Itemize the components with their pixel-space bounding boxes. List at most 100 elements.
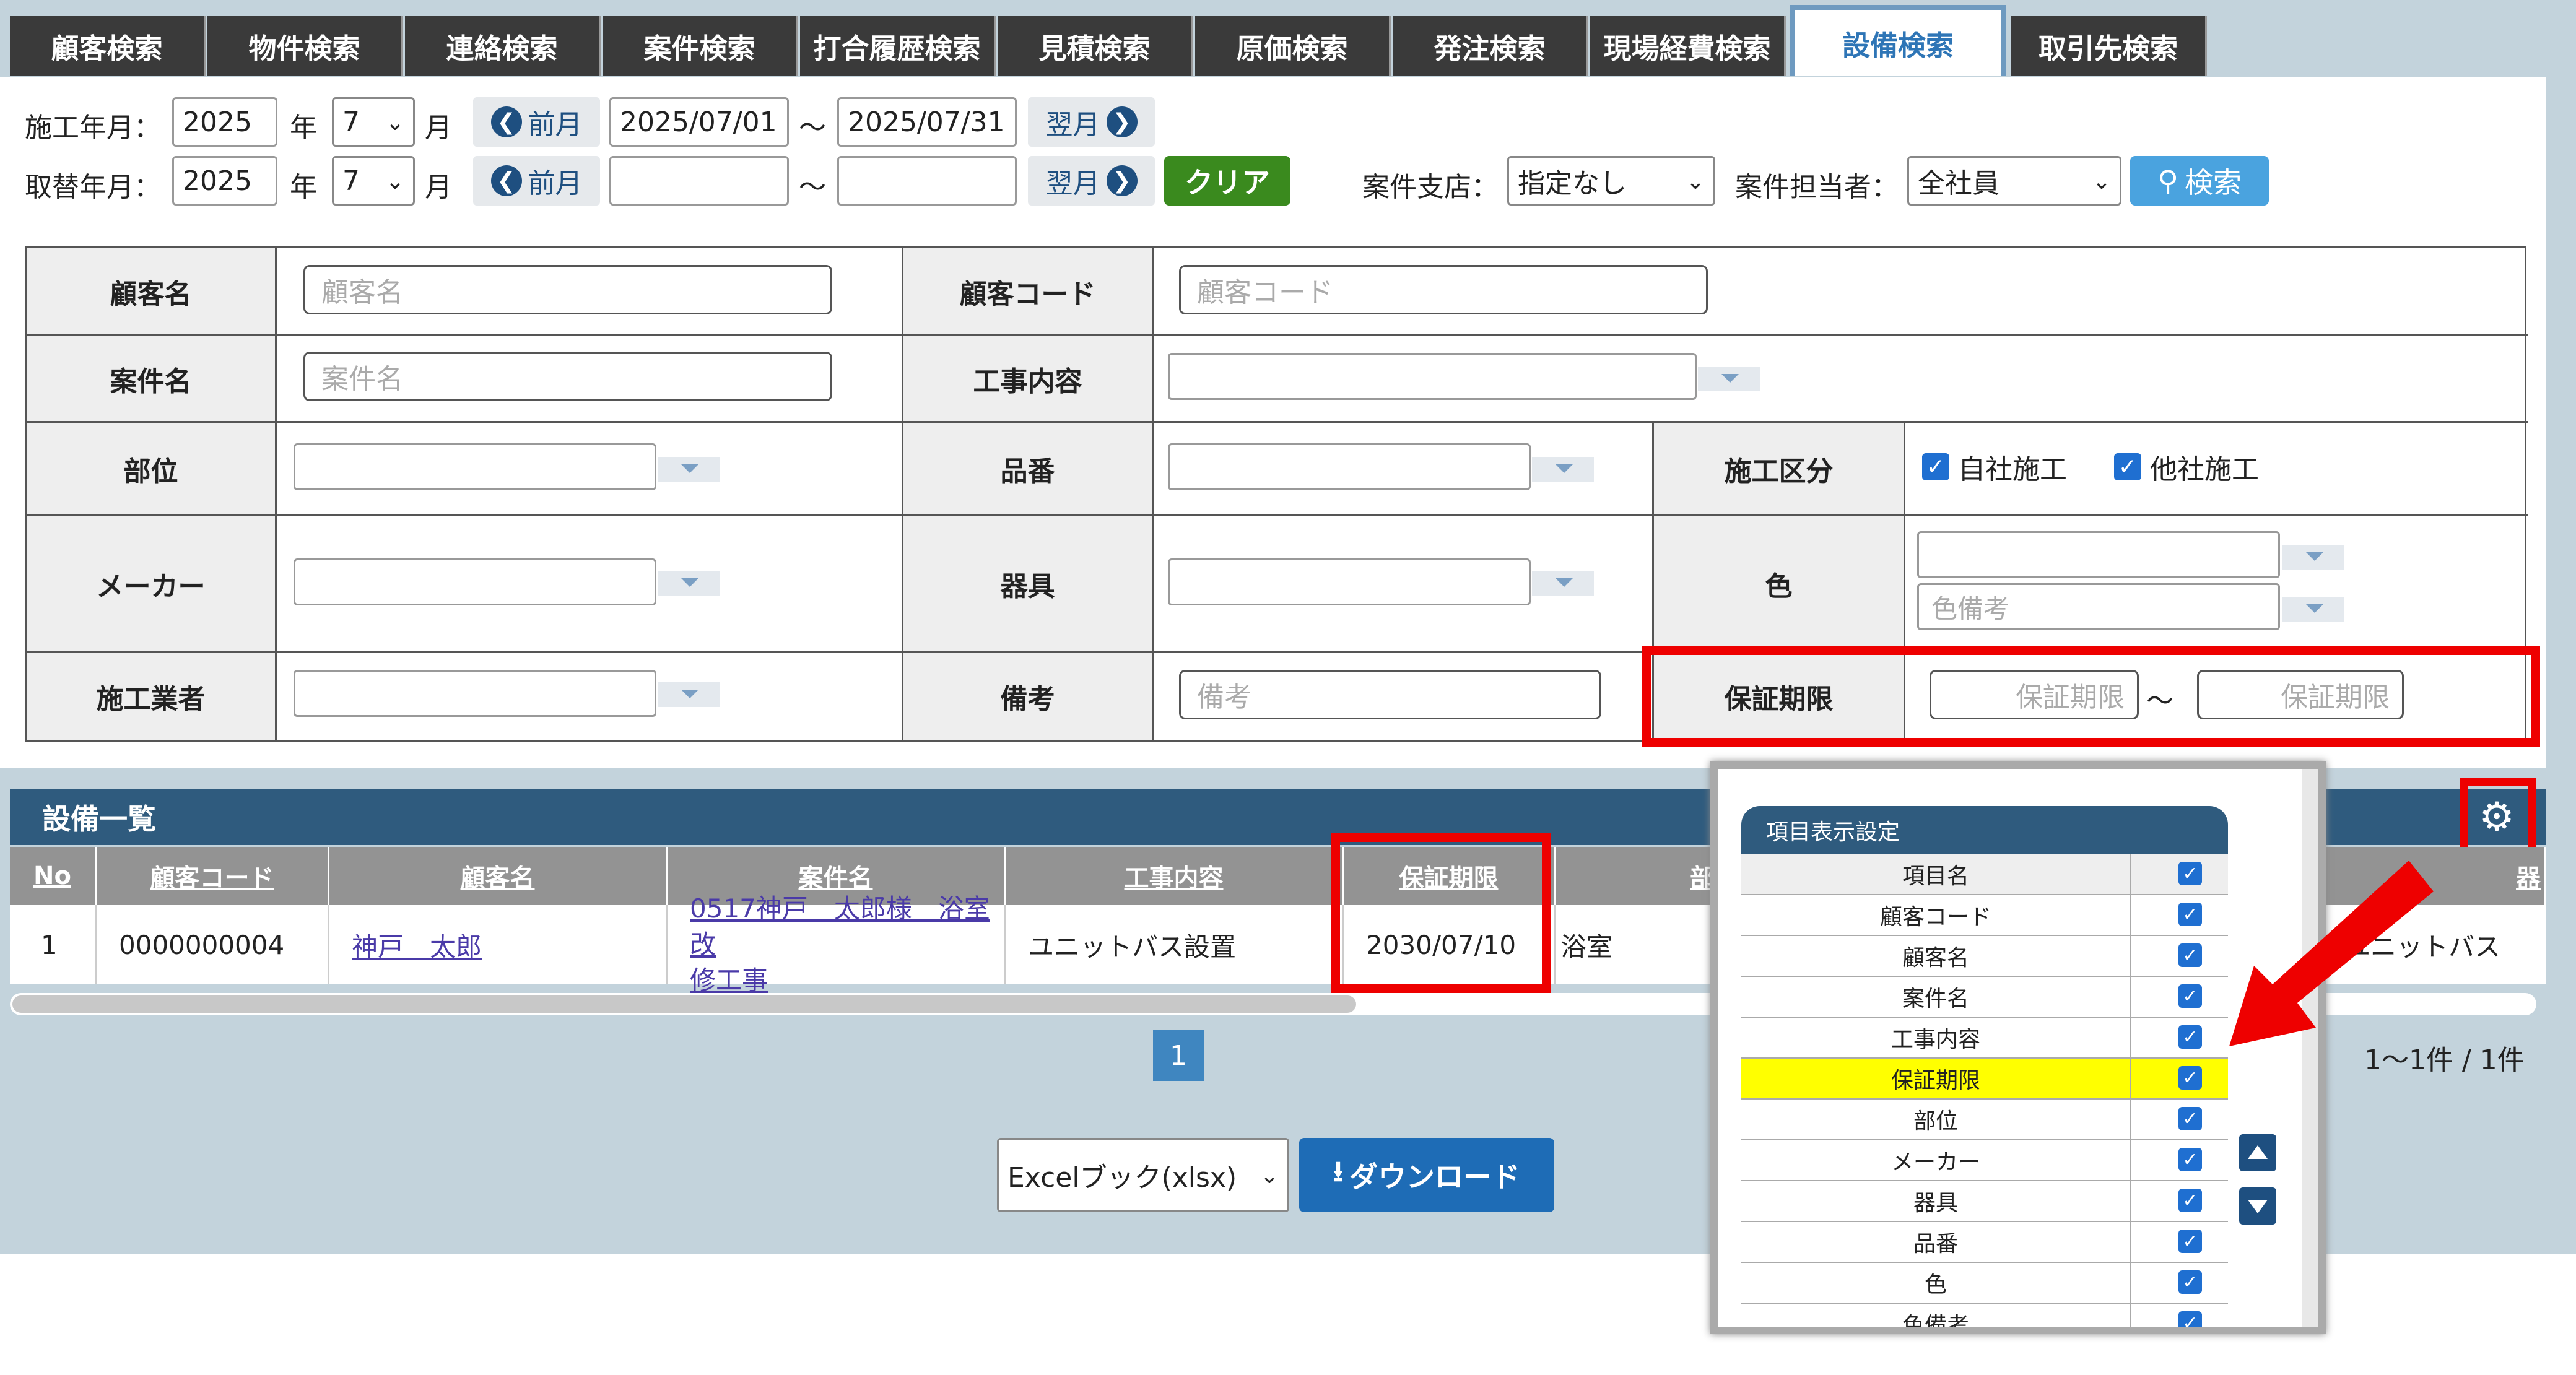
own-construction-checkbox[interactable]: ✓ 自社施工 <box>1922 447 2067 487</box>
replacement-month-label: 取替年月： <box>25 171 161 203</box>
popup-item-label: 色 <box>1741 1263 2131 1303</box>
checkbox-checked-icon[interactable]: ✓ <box>2178 943 2202 967</box>
chevron-down-icon[interactable] <box>1698 367 1760 391</box>
chevron-left-icon: ❮ <box>490 165 522 196</box>
prev-month-label: 前月 <box>528 109 583 141</box>
construction-to-date[interactable]: 2025/07/31 <box>837 97 1017 147</box>
tab-customer-search[interactable]: 顧客検索 <box>10 16 206 76</box>
chevron-down-icon[interactable] <box>658 457 720 482</box>
tab-supplier-search[interactable]: 取引先検索 <box>2011 16 2207 76</box>
col-header-customer-name[interactable]: 顧客名 <box>329 847 668 905</box>
other-construction-checkbox[interactable]: ✓ 他社施工 <box>2114 447 2259 487</box>
part-no-header: 品番 <box>903 423 1154 516</box>
color-combo[interactable] <box>1917 531 2280 578</box>
chevron-down-icon[interactable] <box>2282 545 2344 570</box>
download-button[interactable]: ⭳ ダウンロード <box>1299 1138 1554 1212</box>
checkbox-checked-icon[interactable]: ✓ <box>2178 1189 2202 1212</box>
col-header-part[interactable]: 部 <box>1556 847 1729 905</box>
tab-property-search[interactable]: 物件検索 <box>207 16 403 76</box>
customer-code-header: 顧客コード <box>903 248 1154 336</box>
maker-combo[interactable] <box>294 558 656 605</box>
checkbox-checked-icon[interactable]: ✓ <box>2178 862 2202 885</box>
color-note-combo[interactable]: 色備考 <box>1917 583 2280 630</box>
cell-customer-code: 0000000004 <box>97 905 329 984</box>
chevron-down-icon: ⌄ <box>1260 1163 1279 1189</box>
move-down-button[interactable] <box>2239 1187 2276 1225</box>
replacement-from-date[interactable] <box>609 156 789 206</box>
popup-row: 色 ✓ <box>1741 1263 2228 1304</box>
work-combo[interactable] <box>1168 353 1697 400</box>
export-format-select[interactable]: Excelブック(xlsx) ⌄ <box>997 1138 1289 1212</box>
tab-equipment-search[interactable]: 設備検索 <box>1790 5 2006 76</box>
move-up-button[interactable] <box>2239 1134 2276 1171</box>
range-tilde: ～ <box>799 112 826 144</box>
next-month-button[interactable]: 翌月 ❯ <box>1028 97 1155 147</box>
tab-meeting-search[interactable]: 打合履歴検索 <box>800 16 996 76</box>
tab-cost-search[interactable]: 原価検索 <box>1195 16 1391 76</box>
clear-button[interactable]: クリア <box>1164 156 1290 206</box>
checkbox-checked-icon[interactable]: ✓ <box>2178 1148 2202 1171</box>
checkbox-checked-icon[interactable]: ✓ <box>2178 1311 2202 1327</box>
chevron-right-icon: ❯ <box>1106 106 1138 137</box>
col-header-work[interactable]: 工事内容 <box>1006 847 1344 905</box>
popup-row: 顧客名 ✓ <box>1741 936 2228 977</box>
chevron-down-icon[interactable] <box>1532 457 1594 482</box>
checkbox-checked-icon[interactable]: ✓ <box>2178 1230 2202 1253</box>
replacement-year-input[interactable]: 2025 <box>172 156 277 206</box>
prev-month-button[interactable]: ❮ 前月 <box>473 156 600 206</box>
customer-name-link[interactable]: 神戸 太郎 <box>352 926 482 964</box>
checkbox-checked-icon[interactable]: ✓ <box>2178 1107 2202 1130</box>
construction-month-select[interactable]: 7 ⌄ <box>332 97 415 147</box>
chevron-down-icon: ⌄ <box>385 169 404 194</box>
customer-code-input[interactable]: 顧客コード <box>1179 265 1708 314</box>
replacement-month-select[interactable]: 7 ⌄ <box>332 156 415 206</box>
construction-year-input[interactable]: 2025 <box>172 97 277 147</box>
checkbox-checked-icon[interactable]: ✓ <box>2178 984 2202 1008</box>
col-header-no[interactable]: No <box>10 847 97 905</box>
year-unit: 年 <box>290 112 317 144</box>
construction-month-label: 施工年月： <box>25 112 161 144</box>
tab-order-search[interactable]: 発注検索 <box>1393 16 1588 76</box>
fixture-combo[interactable] <box>1168 558 1531 605</box>
popup-row: 部位 ✓ <box>1741 1100 2228 1140</box>
chevron-down-icon[interactable] <box>2282 597 2344 622</box>
checkbox-checked-icon[interactable]: ✓ <box>2178 1066 2202 1090</box>
checkbox-checked-icon[interactable]: ✓ <box>2178 903 2202 926</box>
col-header-customer-code[interactable]: 顧客コード <box>97 847 329 905</box>
tab-contact-search[interactable]: 連絡検索 <box>405 16 601 76</box>
chevron-down-icon[interactable] <box>1532 571 1594 596</box>
contractor-combo[interactable] <box>294 670 656 717</box>
construction-from-date[interactable]: 2025/07/01 <box>609 97 789 147</box>
chevron-down-icon: ⌄ <box>385 110 404 136</box>
part-no-combo[interactable] <box>1168 443 1531 490</box>
project-name-link[interactable]: 0517神戸 太郎様 浴室改 <box>690 891 1004 963</box>
cell-project-name: 0517神戸 太郎様 浴室改 修工事 <box>668 893 1006 995</box>
search-button[interactable]: ⚲ 検索 <box>2130 156 2269 206</box>
part-combo[interactable] <box>294 443 656 490</box>
gear-highlight-box <box>2460 778 2536 858</box>
download-label: ダウンロード <box>1349 1160 1521 1194</box>
chevron-down-icon[interactable] <box>658 571 720 596</box>
replacement-to-date[interactable] <box>837 156 1017 206</box>
red-arrow-annotation <box>2229 861 2434 1046</box>
staff-select[interactable]: 全社員 ⌄ <box>1907 156 2121 206</box>
tab-site-expense-search[interactable]: 現場経費検索 <box>1590 16 1786 76</box>
scrollbar-thumb[interactable] <box>12 995 1356 1013</box>
next-month-button[interactable]: 翌月 ❯ <box>1028 156 1155 206</box>
cell-part: 浴室 <box>1556 905 1729 984</box>
note-header: 備考 <box>903 653 1154 740</box>
page-button[interactable]: 1 <box>1153 1030 1204 1081</box>
right-gutter <box>2546 77 2576 1254</box>
checkbox-checked-icon[interactable]: ✓ <box>2178 1270 2202 1294</box>
project-name-input[interactable]: 案件名 <box>303 352 832 401</box>
branch-select[interactable]: 指定なし ⌄ <box>1507 156 1715 206</box>
tab-project-search[interactable]: 案件検索 <box>603 16 798 76</box>
prev-month-button[interactable]: ❮ 前月 <box>473 97 600 147</box>
note-input[interactable]: 備考 <box>1179 670 1601 719</box>
tab-estimate-search[interactable]: 見積検索 <box>998 16 1193 76</box>
popup-row-highlighted: 保証期限 ✓ <box>1741 1059 2228 1100</box>
popup-item-label: 案件名 <box>1741 977 2131 1017</box>
customer-name-input[interactable]: 顧客名 <box>303 265 832 314</box>
chevron-down-icon[interactable] <box>658 682 720 707</box>
checkbox-checked-icon[interactable]: ✓ <box>2178 1025 2202 1049</box>
